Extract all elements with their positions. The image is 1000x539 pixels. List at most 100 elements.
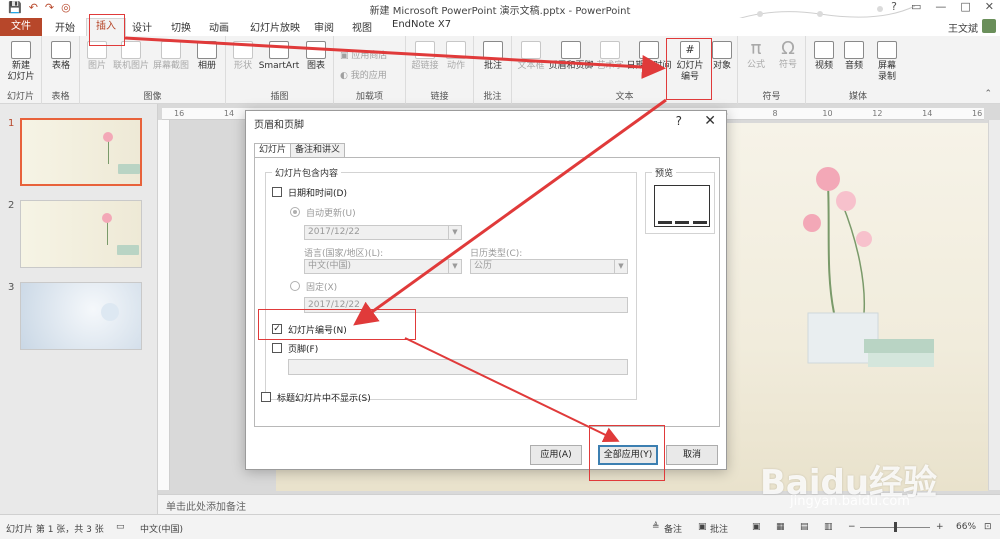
wordart-button[interactable]: 艺术字 [594, 41, 626, 72]
textbox-icon [521, 41, 541, 59]
slide-thumbnail-2[interactable] [20, 200, 142, 268]
date-time-checkbox[interactable] [272, 187, 282, 197]
group-label: 幻灯片 [6, 92, 34, 102]
preview-number-placeholder [693, 221, 707, 224]
calendar-select[interactable]: 公历 ▼ [470, 259, 628, 274]
slideshow-view-icon[interactable]: ▥ [824, 522, 833, 532]
textbox-button[interactable]: 文本框 [514, 41, 548, 72]
language-value: 中文(中国) [308, 261, 352, 271]
tab-endnote[interactable]: EndNote X7 [392, 19, 451, 30]
dialog-close-button[interactable]: ✕ [704, 113, 716, 129]
tab-view[interactable]: 视图 [352, 19, 372, 34]
zoom-out-icon[interactable]: − [848, 522, 856, 532]
vertical-ruler [158, 120, 170, 490]
collapse-ribbon-icon[interactable]: ⌃ [984, 89, 992, 99]
apply-button[interactable]: 应用(A) [530, 445, 582, 465]
group-slides: 新建 幻灯片 幻灯片 [0, 36, 42, 104]
tab-slide[interactable]: 幻灯片 [254, 143, 292, 158]
pi-icon: π [750, 38, 762, 59]
zoom-level[interactable]: 66% [956, 522, 976, 532]
avatar[interactable] [982, 19, 996, 33]
new-slide-button[interactable]: 新建 幻灯片 [4, 41, 38, 83]
my-apps-button[interactable]: ◐ 我的应用 [340, 68, 387, 81]
audio-button[interactable]: 音频 [840, 41, 868, 72]
zoom-in-icon[interactable]: + [936, 522, 944, 532]
chevron-down-icon: ▼ [448, 226, 461, 239]
hide-on-title-checkbox[interactable] [261, 392, 271, 402]
cancel-button[interactable]: 取消 [666, 445, 718, 465]
hyperlink-button[interactable]: 超链接 [410, 41, 440, 72]
group-media: 视频 音频 屏幕 录制 媒体 [806, 36, 910, 104]
tab-transitions[interactable]: 切换 [171, 19, 191, 34]
symbol-button[interactable]: Ω 符号 [774, 38, 802, 71]
shapes-icon [233, 41, 253, 59]
slide-thumbnails-panel: 1 2 3 [0, 104, 158, 514]
smartart-button[interactable]: SmartArt [258, 41, 300, 72]
language-status[interactable]: 中文(中国) [140, 522, 183, 535]
video-button[interactable]: 视频 [810, 41, 838, 72]
close-icon[interactable]: ✕ [985, 0, 994, 13]
maximize-icon[interactable]: □ [960, 0, 970, 13]
header-footer-button[interactable]: 页眉和页脚 [548, 41, 594, 72]
date-format-select[interactable]: 2017/12/22 ▼ [304, 225, 462, 240]
comment-button[interactable]: 批注 [480, 41, 506, 72]
comments-toggle-icon[interactable]: ▣ [698, 522, 707, 532]
fit-slide-icon[interactable]: ⊡ [984, 522, 992, 532]
group-label: 加载项 [355, 92, 383, 102]
header-footer-icon [561, 41, 581, 59]
table-button[interactable]: 表格 [48, 41, 74, 72]
slide-info: 幻灯片 第 1 张，共 3 张 [6, 525, 104, 535]
textbox-label: 文本框 [517, 61, 545, 71]
notes-toggle[interactable]: 备注 [664, 522, 682, 535]
footer-checkbox[interactable] [272, 343, 282, 353]
user-name[interactable]: 王文斌 [948, 20, 978, 35]
footer-label: 页脚(F) [288, 345, 319, 355]
action-button[interactable]: 动作 [442, 41, 470, 72]
footer-input[interactable] [288, 359, 628, 375]
store-button[interactable]: ▣ 应用商店 [340, 48, 387, 61]
picture-label: 图片 [87, 61, 106, 71]
speaker-icon [844, 41, 864, 59]
screenshot-button[interactable]: 屏幕截图 [152, 41, 190, 72]
ruler-mark: 14 [922, 109, 933, 118]
notes-placeholder: 单击此处添加备注 [166, 502, 246, 513]
table-label: 表格 [51, 61, 70, 71]
tab-file[interactable]: 文件 [0, 18, 42, 36]
screen-recording-button[interactable]: 屏幕 录制 [872, 41, 902, 83]
equation-button[interactable]: π 公式 [742, 38, 770, 71]
wordart-label: 艺术字 [596, 61, 624, 71]
books-icon [118, 164, 140, 174]
language-select[interactable]: 中文(中国) ▼ [304, 259, 462, 274]
chart-icon [306, 41, 326, 59]
object-button[interactable]: 对象 [708, 41, 736, 72]
tab-slideshow[interactable]: 幻灯片放映 [250, 19, 300, 34]
vertical-scrollbar[interactable] [988, 120, 1000, 490]
normal-view-icon[interactable]: ▣ [752, 522, 761, 532]
help-button[interactable]: ? [676, 114, 682, 128]
object-label: 对象 [712, 61, 731, 71]
minimize-icon[interactable]: — [935, 0, 946, 13]
include-content-group: 幻灯片包含内容 日期和时间(D) 自动更新(U) 2017/12/22 ▼ 语言(… [265, 166, 637, 400]
preview-group: 预览 [645, 166, 715, 234]
tab-home[interactable]: 开始 [55, 19, 75, 34]
tab-review[interactable]: 审阅 [314, 19, 334, 34]
spellcheck-icon[interactable]: ▭ [116, 522, 125, 532]
object-icon [712, 41, 732, 59]
tab-design[interactable]: 设计 [132, 19, 152, 34]
slide-thumbnail-3[interactable] [20, 282, 142, 350]
auto-update-radio[interactable] [290, 207, 300, 217]
album-button[interactable]: 相册 [192, 41, 222, 72]
action-label: 动作 [446, 61, 465, 71]
zoom-slider-thumb[interactable] [894, 522, 897, 532]
slide-thumbnail-1[interactable] [20, 118, 142, 186]
comments-toggle[interactable]: 批注 [710, 522, 728, 535]
reading-view-icon[interactable]: ▤ [800, 522, 809, 532]
tab-animations[interactable]: 动画 [209, 19, 229, 34]
slide-sorter-icon[interactable]: ▦ [776, 522, 785, 532]
fixed-radio[interactable] [290, 281, 300, 291]
chart-button[interactable]: 图表 [302, 41, 330, 72]
shapes-button[interactable]: 形状 [230, 41, 256, 72]
notes-toggle-icon[interactable]: ≜ [652, 522, 660, 532]
tab-notes-handouts[interactable]: 备注和讲义 [290, 143, 346, 157]
group-symbols: π 公式 Ω 符号 符号 [738, 36, 806, 104]
